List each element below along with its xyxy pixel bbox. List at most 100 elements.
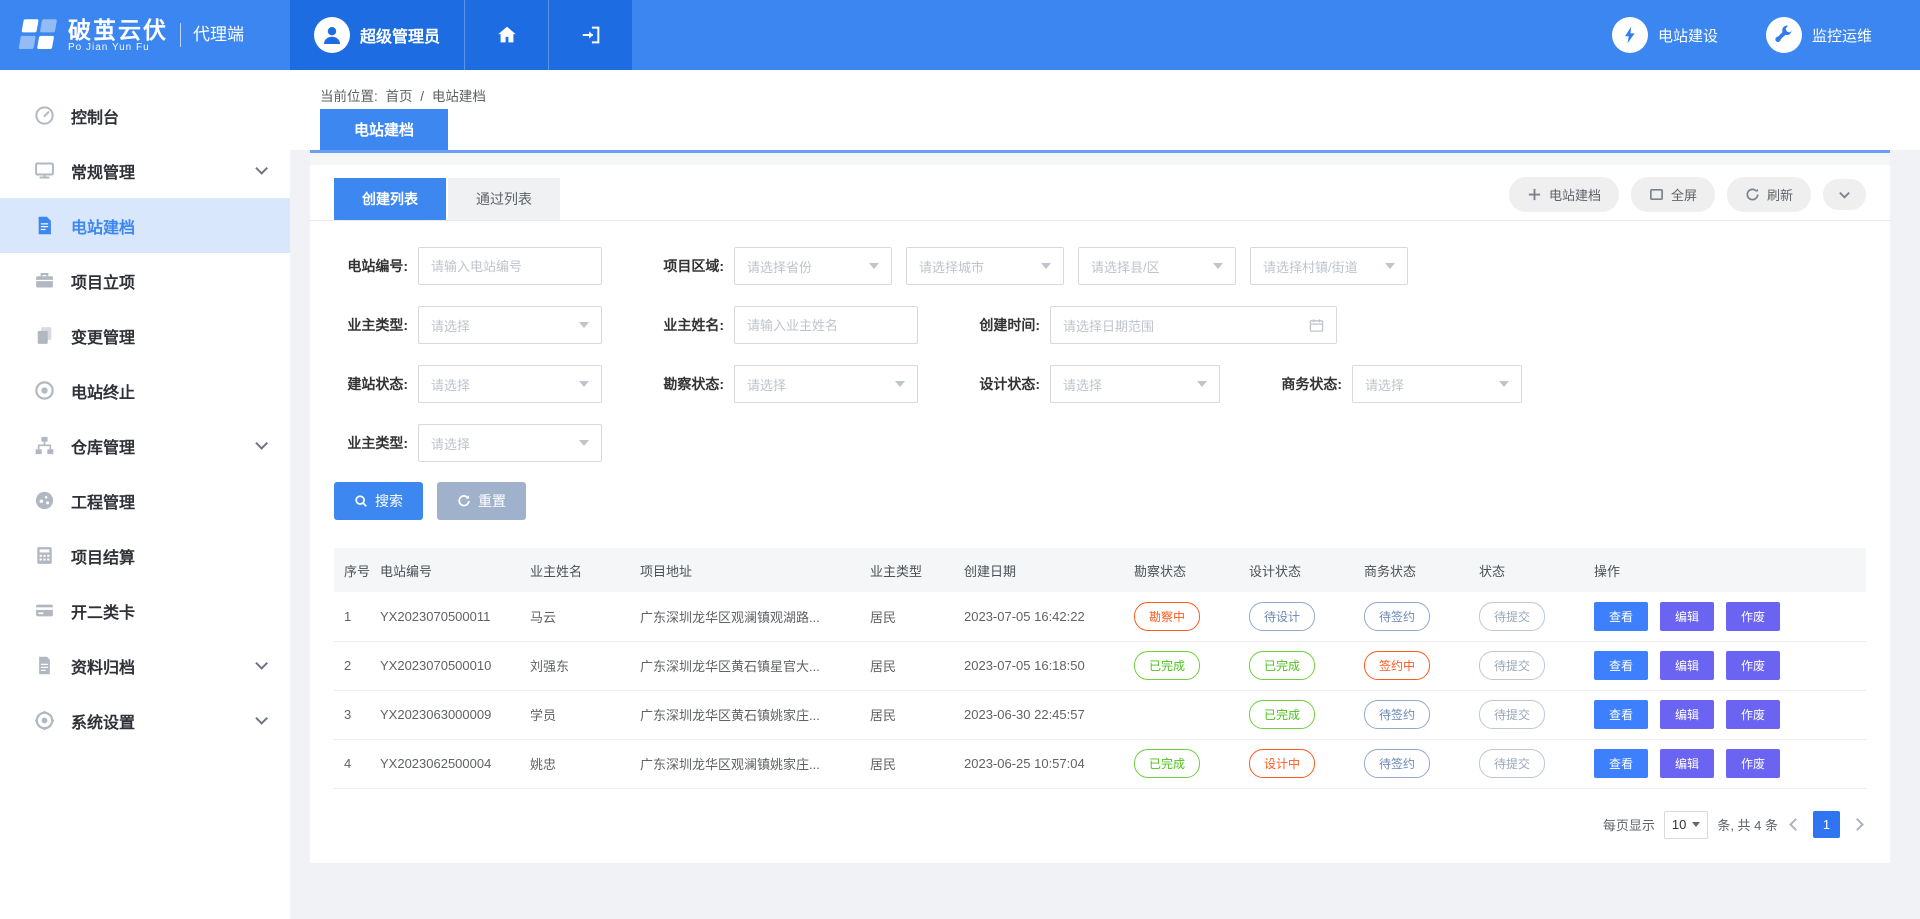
brand: 破茧云伏 Po Jian Yun Fu 代理端 [0,0,290,70]
business-status-select[interactable]: 请选择 [1352,365,1522,403]
quick-link-label: 监控运维 [1812,25,1872,46]
cell-no: 2 [334,641,376,690]
collapse-toolbar-button[interactable] [1823,179,1866,210]
survey-status-select[interactable]: 请选择 [734,365,918,403]
card-icon [34,600,55,621]
edit-button[interactable]: 编辑 [1660,700,1714,729]
search-button[interactable]: 搜索 [334,482,423,520]
edit-button[interactable]: 编辑 [1660,749,1714,778]
cell-status-status: 待提交 [1475,592,1590,641]
cell-actions: 查看编辑作废 [1590,641,1866,690]
edit-button[interactable]: 编辑 [1660,651,1714,680]
prev-page-button[interactable] [1789,818,1802,831]
sidebar-item-calculator[interactable]: 项目结算 [0,528,290,583]
edit-button[interactable]: 编辑 [1660,602,1714,631]
topbar-quick-links: 电站建设 监控运维 [1612,0,1920,70]
build-status-select[interactable]: 请选择 [418,365,602,403]
filter-actions: 搜索 重置 [310,476,1890,524]
sidebar-item-copy[interactable]: 变更管理 [0,308,290,363]
cell-business-status: 待签约 [1360,592,1475,641]
cell-actions: 查看编辑作废 [1590,690,1866,739]
cell-type: 居民 [866,739,960,788]
view-button[interactable]: 查看 [1594,700,1648,729]
next-page-button[interactable] [1851,818,1864,831]
void-button[interactable]: 作废 [1726,651,1780,680]
owner-type2-select[interactable]: 请选择 [418,424,602,462]
view-button[interactable]: 查看 [1594,651,1648,680]
sidebar-item-card[interactable]: 开二类卡 [0,583,290,638]
sidebar-item-label: 变更管理 [71,324,135,348]
topbar-user-section: 超级管理员 [290,0,632,70]
design-status-select[interactable]: 请选择 [1050,365,1220,403]
calculator-icon [34,545,55,566]
caret-down-icon [1499,381,1509,387]
breadcrumb-home[interactable]: 首页 [386,89,413,104]
caret-down-icon [1692,822,1700,827]
cell-no: 3 [334,690,376,739]
sidebar-item-sitemap[interactable]: 仓库管理 [0,418,290,473]
tab-passed-list[interactable]: 通过列表 [448,178,560,220]
cell-status-status: 待提交 [1475,739,1590,788]
sidebar-item-stop-circle[interactable]: 电站终止 [0,363,290,418]
list-tabstrip: 创建列表 通过列表 电站建档 全屏 [310,165,1890,221]
settings-icon [34,710,55,731]
owner-name-input[interactable] [747,318,905,333]
sidebar-item-monitor[interactable]: 常规管理 [0,143,290,198]
portal-label: 代理端 [180,23,244,47]
brand-subtitle: Po Jian Yun Fu [68,42,168,53]
owner-name-input-wrap [734,306,918,344]
sidebar-item-gauge[interactable]: 工程管理 [0,473,290,528]
reset-icon [457,494,471,508]
sidebar-item-briefcase[interactable]: 项目立项 [0,253,290,308]
cell-survey-status [1130,690,1245,739]
sidebar-item-archive[interactable]: 资料归档 [0,638,290,693]
city-select[interactable]: 请选择城市 [906,247,1064,285]
cell-design-status: 待设计 [1245,592,1360,641]
status-status-badge: 待提交 [1479,602,1545,631]
page-size-select[interactable]: 10 [1664,811,1708,839]
owner-type-select[interactable]: 请选择 [418,306,602,344]
sidebar-item-document[interactable]: 电站建档 [0,198,290,253]
fullscreen-button[interactable]: 全屏 [1631,177,1715,212]
column-header: 操作 [1590,548,1866,592]
quick-link-monitor-ops[interactable]: 监控运维 [1766,17,1872,53]
sidebar-item-dashboard[interactable]: 控制台 [0,88,290,143]
user-menu[interactable]: 超级管理员 [290,0,464,70]
province-select[interactable]: 请选择省份 [734,247,892,285]
sidebar-item-settings[interactable]: 系统设置 [0,693,290,748]
table-header-row: 序号电站编号业主姓名项目地址业主类型创建日期勘察状态设计状态商务状态状态操作 [334,548,1866,592]
cell-design-status: 已完成 [1245,690,1360,739]
sidebar-item-label: 仓库管理 [71,434,135,458]
station-code-input[interactable] [431,259,589,274]
sidebar-item-label: 项目立项 [71,269,135,293]
column-header: 项目地址 [636,548,866,592]
county-select[interactable]: 请选择县/区 [1078,247,1236,285]
tab-create-list[interactable]: 创建列表 [334,178,446,220]
table-row: 4YX2023062500004姚忠广东深圳龙华区观澜镇姚家庄...居民2023… [334,739,1866,788]
reset-button[interactable]: 重置 [437,482,526,520]
province-placeholder: 请选择省份 [747,257,812,276]
view-button[interactable]: 查看 [1594,749,1648,778]
quick-link-station-build[interactable]: 电站建设 [1612,17,1718,53]
add-station-button[interactable]: 电站建档 [1509,177,1619,212]
view-button[interactable]: 查看 [1594,602,1648,631]
page-size-value: 10 [1672,817,1686,832]
chevron-down-icon [255,712,268,725]
refresh-button[interactable]: 刷新 [1727,177,1811,212]
town-select[interactable]: 请选择村镇/街道 [1250,247,1408,285]
cell-owner: 姚忠 [526,739,636,788]
column-header: 序号 [334,548,376,592]
home-button[interactable] [464,0,548,70]
logout-icon [580,24,602,46]
column-header: 业主类型 [866,548,960,592]
void-button[interactable]: 作废 [1726,602,1780,631]
reset-label: 重置 [478,491,506,511]
void-button[interactable]: 作废 [1726,749,1780,778]
create-time-range-picker[interactable]: 请选择日期范围 [1050,306,1337,344]
page-tab-station-archive[interactable]: 电站建档 [320,109,448,150]
owner-type2-label: 业主类型: [334,433,408,453]
void-button[interactable]: 作废 [1726,700,1780,729]
logout-button[interactable] [548,0,632,70]
copy-icon [34,325,55,346]
current-page-button[interactable]: 1 [1813,811,1840,838]
